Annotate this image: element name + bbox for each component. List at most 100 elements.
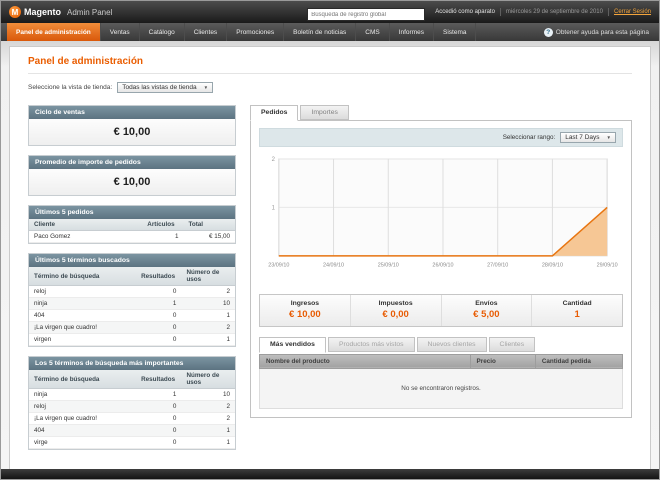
nav-item-dashboard[interactable]: Panel de administración: [7, 23, 101, 41]
nav-item-newsletter[interactable]: Boletín de noticias: [284, 23, 357, 41]
empty-row: No se encontraron registros.: [259, 368, 623, 409]
table-cell: 1: [136, 388, 182, 401]
table-cell: 0: [136, 321, 182, 334]
tab-pedidos[interactable]: Pedidos: [250, 105, 299, 121]
right-column: Pedidos Importes Seleccionar rango: Last…: [250, 105, 632, 418]
last-orders-box: Últimos 5 pedidos Cliente Artículos Tota…: [28, 205, 236, 244]
lifetime-sales-box: Ciclo de ventas € 10,00: [28, 105, 236, 146]
global-search: [307, 3, 426, 22]
column-header: Nombre del producto: [259, 353, 471, 369]
table-body: reloj 0 2 ninja 1 10 404 0 1 ¡La virgen …: [29, 285, 235, 346]
tab-mas-vendidos[interactable]: Más vendidos: [259, 336, 326, 353]
nav-item-cms[interactable]: CMS: [356, 23, 390, 41]
stat-value: € 0,00: [382, 308, 409, 320]
stat-label: Cantidad: [562, 299, 592, 307]
table-cell: virge: [29, 436, 137, 449]
table-body: Paco Gomez 1 € 15,00: [29, 230, 235, 243]
table-cell: virgen: [29, 333, 137, 346]
nav-item-promotions[interactable]: Promociones: [227, 23, 285, 41]
svg-text:27/09/10: 27/09/10: [487, 263, 508, 269]
nav-item-customers[interactable]: Clientes: [185, 23, 228, 41]
box-title: Ciclo de ventas: [29, 106, 235, 119]
range-select[interactable]: Last 7 Days ▼: [560, 132, 616, 143]
table-head: Término de búsqueda Resultados Número de…: [29, 370, 235, 389]
column-header: Cantidad pedida: [534, 353, 624, 369]
store-view-select[interactable]: Todas las vistas de tienda ▼: [117, 82, 214, 93]
left-column: Ciclo de ventas € 10,00 Promedio de impo…: [28, 105, 236, 459]
box-title: Promedio de importe de pedidos: [29, 156, 235, 169]
table-cell: 0: [136, 285, 182, 298]
svg-text:26/09/10: 26/09/10: [432, 263, 453, 269]
dashboard-panel: Seleccionar rango: Last 7 Days ▼ 1 2 23/09…: [250, 120, 632, 418]
table-row[interactable]: reloj 0 2: [29, 400, 235, 413]
column-header: Total: [183, 219, 235, 231]
box-title: Los 5 términos de búsqueda más important…: [29, 357, 235, 370]
page-title: Panel de administración: [28, 53, 632, 74]
table-cell: 0: [136, 309, 182, 322]
svg-text:24/09/10: 24/09/10: [323, 263, 344, 269]
table-head: Cliente Artículos Total: [29, 219, 235, 231]
table-cell: 2: [181, 321, 235, 334]
help-label: Obtener ayuda para esta página: [555, 28, 649, 36]
stat-value: € 5,00: [473, 308, 500, 320]
box-title: Últimos 5 pedidos: [29, 206, 235, 219]
table-row[interactable]: Paco Gomez 1 € 15,00: [29, 230, 235, 243]
table-cell: 2: [181, 412, 235, 425]
table-cell: ninja: [29, 297, 137, 310]
table-cell: 404: [29, 309, 137, 322]
store-view-value: Todas las vistas de tienda: [122, 84, 197, 91]
average-orders-value: € 10,00: [29, 169, 235, 195]
logout-link[interactable]: Cerrar Sesión: [614, 9, 651, 15]
tab-importes[interactable]: Importes: [300, 105, 349, 120]
table-cell: 0: [136, 412, 182, 425]
column-header: Término de búsqueda: [29, 267, 137, 286]
column-header: Número de usos: [181, 267, 235, 286]
magento-logo[interactable]: M Magento Admin Panel: [9, 6, 112, 18]
table-row[interactable]: virgen 0 1: [29, 333, 235, 346]
table-cell: 2: [181, 285, 235, 298]
table-cell: 1: [181, 424, 235, 437]
svg-text:2: 2: [272, 157, 275, 163]
lifetime-sales-value: € 10,00: [29, 119, 235, 145]
stat-label: Ingresos: [290, 299, 320, 307]
table-cell: 404: [29, 424, 137, 437]
stats-row: Ingresos € 10,00 Impuestos € 0,00 Envíos…: [259, 293, 623, 327]
chevron-down-icon: ▼: [606, 135, 611, 140]
tab-productos-mas-vistos[interactable]: Productos más vistos: [327, 336, 415, 352]
box-title: Últimos 5 términos buscados: [29, 254, 235, 267]
column-header: Cliente: [29, 219, 143, 231]
table-cell: 10: [181, 388, 235, 401]
column-header: Precio: [469, 353, 536, 369]
table-row[interactable]: ¡La virgen que cuadro! 0 2: [29, 321, 235, 334]
table-row[interactable]: ninja 1 10: [29, 297, 235, 310]
last-search-terms-table: Término de búsqueda Resultados Número de…: [29, 267, 235, 346]
table-row[interactable]: ninja 1 10: [29, 388, 235, 401]
header-row: Término de búsqueda Resultados Número de…: [29, 370, 235, 389]
table-row[interactable]: virge 0 1: [29, 436, 235, 449]
svg-text:29/09/10: 29/09/10: [597, 263, 618, 269]
last-search-terms-box: Últimos 5 términos buscados Término de b…: [28, 253, 236, 347]
column-header: Resultados: [136, 267, 182, 286]
tab-clientes[interactable]: Clientes: [488, 336, 536, 352]
store-view-label: Seleccione la vista de tienda:: [28, 84, 113, 91]
global-search-input[interactable]: [307, 8, 426, 22]
tab-nuevos-clientes[interactable]: Nuevos clientes: [416, 336, 487, 352]
help-icon: ?: [543, 27, 553, 37]
table-row[interactable]: ¡La virgen que cuadro! 0 2: [29, 412, 235, 425]
stat-label: Impuestos: [378, 299, 413, 307]
table-head: Término de búsqueda Resultados Número de…: [29, 267, 235, 286]
table-row[interactable]: 404 0 1: [29, 424, 235, 437]
nav-item-catalog[interactable]: Catálogo: [140, 23, 185, 41]
header-bar: M Magento Admin Panel Accedió como apara…: [1, 1, 659, 23]
divider: [499, 8, 501, 16]
help-link[interactable]: ? Obtener ayuda para esta página: [543, 23, 653, 41]
nav-item-sales[interactable]: Ventas: [101, 23, 140, 41]
table-cell: € 15,00: [183, 230, 235, 243]
table-row[interactable]: 404 0 1: [29, 309, 235, 322]
table-cell: 0: [136, 424, 182, 437]
stat-value: 1: [574, 308, 580, 320]
nav-item-reports[interactable]: Informes: [390, 23, 434, 41]
nav-item-system[interactable]: Sistema: [434, 23, 477, 41]
table-row[interactable]: reloj 0 2: [29, 285, 235, 298]
table-cell: Paco Gomez: [29, 230, 143, 243]
